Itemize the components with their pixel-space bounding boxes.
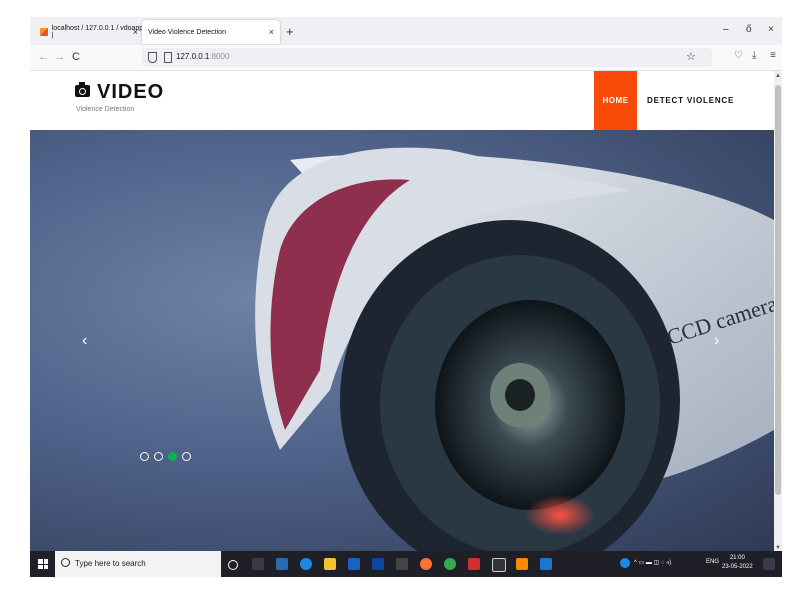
file-explorer-icon[interactable] [324,558,336,570]
new-tab-button[interactable]: + [286,24,294,39]
carousel-indicators [140,452,191,461]
menu-icon[interactable]: ≡ [770,50,776,61]
firefox-icon[interactable] [420,558,432,570]
page-scrollbar[interactable]: ▲ ▼ [774,71,782,551]
edge-icon[interactable] [300,558,312,570]
logo-brand: VIDEO [97,81,165,103]
media-player-icon[interactable] [468,558,480,570]
maximize-button[interactable]: ő [746,24,752,35]
site-header: VIDEO Violence Detection HOME DETECT VIO… [30,71,774,130]
dropbox-icon[interactable] [372,558,384,570]
app-icon-1[interactable] [276,558,288,570]
app-icon-2[interactable] [396,558,408,570]
taskbar-search-placeholder: Type here to search [75,559,146,568]
cortana-icon[interactable] [228,560,238,570]
scroll-up-icon[interactable]: ▲ [774,73,782,79]
carousel-dot-2[interactable] [154,452,163,461]
windows-taskbar: Type here to search ^ ▭ ▬ ◫ ◌ ◃) ENG 21:… [30,551,782,577]
xampp-icon[interactable] [516,558,528,570]
clock-date: 23-05-2022 [722,564,753,570]
weather-icon[interactable] [620,558,630,568]
vscode-icon[interactable] [540,558,552,570]
taskbar-clock[interactable]: 21:00 23-05-2022 [722,554,753,572]
carousel-prev-button[interactable]: ‹ [82,332,87,350]
bookmark-star-icon[interactable]: ☆ [686,50,696,63]
minimize-button[interactable]: – [723,24,729,35]
cctv-camera-image: CCD camera [255,147,774,551]
tab-phpmyadmin[interactable]: localhost / 127.0.0.1 / vdoapp | × [34,20,144,44]
nav-home[interactable]: HOME [594,71,637,130]
shield-icon [148,52,157,63]
windows-start-icon[interactable] [38,559,48,569]
close-window-button[interactable]: × [768,24,774,35]
camera-icon [75,82,90,97]
address-bar[interactable]: 127.0.0.1:8000 [142,48,712,67]
carousel-dot-4[interactable] [182,452,191,461]
chrome-icon[interactable] [444,558,456,570]
tab-title: Video Violence Detection [148,28,226,36]
downloads-icon[interactable]: ⤓ [752,50,756,61]
forward-button[interactable]: → [54,51,65,63]
nav-detect-violence[interactable]: DETECT VIOLENCE [647,96,734,105]
phpmyadmin-icon [40,28,48,36]
page-icon [164,52,172,63]
carousel-dot-3[interactable] [168,452,177,461]
search-icon [61,558,70,567]
language-indicator[interactable]: ENG [706,559,719,565]
pocket-icon[interactable]: ♡ [734,50,743,61]
hero-carousel: CCD camera ‹ › [30,130,774,551]
taskbar-search[interactable]: Type here to search [55,551,221,577]
browser-tab-bar: localhost / 127.0.0.1 / vdoapp | × Video… [30,17,782,45]
back-button[interactable]: ← [38,51,49,63]
close-icon[interactable]: × [133,27,138,37]
browser-navigation-bar: ← → C 127.0.0.1:8000 ☆ ♡ ⤓ ≡ [30,45,782,71]
tab-title: localhost / 127.0.0.1 / vdoapp | [51,25,144,39]
notification-icon[interactable] [763,558,775,570]
mail-icon[interactable] [348,558,360,570]
reload-button[interactable]: C [72,51,80,63]
tray-icons[interactable]: ^ ▭ ▬ ◫ ◌ ◃) [634,559,671,566]
terminal-icon[interactable] [492,558,506,572]
clock-time: 21:00 [729,555,745,561]
tab-video-violence-detection[interactable]: Video Violence Detection × [142,20,280,44]
task-view-icon[interactable] [252,558,264,570]
logo-tagline: Violence Detection [76,106,135,113]
carousel-next-button[interactable]: › [714,332,719,350]
scrollbar-thumb[interactable] [775,85,781,495]
carousel-dot-1[interactable] [140,452,149,461]
url-text[interactable]: 127.0.0.1:8000 [176,52,229,61]
close-icon[interactable]: × [269,27,274,37]
